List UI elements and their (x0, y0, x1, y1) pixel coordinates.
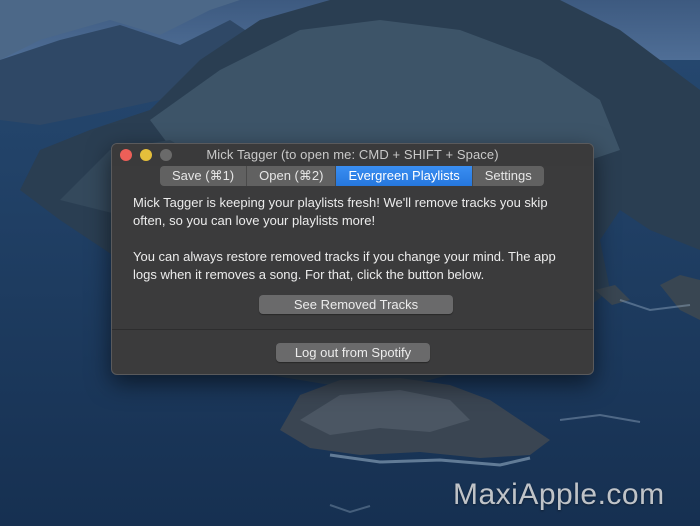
see-removed-tracks-button[interactable]: See Removed Tracks (259, 295, 453, 314)
tab-content: Mick Tagger is keeping your playlists fr… (133, 194, 578, 284)
window-title: Mick Tagger (to open me: CMD + SHIFT + S… (206, 147, 499, 162)
desktop: Mick Tagger (to open me: CMD + SHIFT + S… (0, 0, 700, 526)
tab-settings[interactable]: Settings (473, 166, 544, 186)
watermark: MaxiApple.com (453, 478, 665, 511)
divider (112, 329, 593, 330)
tab-save[interactable]: Save (⌘1) (160, 166, 248, 186)
app-window: Mick Tagger (to open me: CMD + SHIFT + S… (111, 143, 594, 375)
title-bar[interactable]: Mick Tagger (to open me: CMD + SHIFT + S… (112, 144, 593, 166)
logout-spotify-button[interactable]: Log out from Spotify (276, 343, 430, 362)
restore-info-paragraph: You can always restore removed tracks if… (133, 249, 556, 282)
intro-paragraph: Mick Tagger is keeping your playlists fr… (133, 195, 548, 228)
tab-evergreen-playlists[interactable]: Evergreen Playlists (336, 166, 473, 186)
tab-bar: Save (⌘1) Open (⌘2) Evergreen Playlists … (160, 166, 544, 186)
tab-open[interactable]: Open (⌘2) (247, 166, 337, 186)
